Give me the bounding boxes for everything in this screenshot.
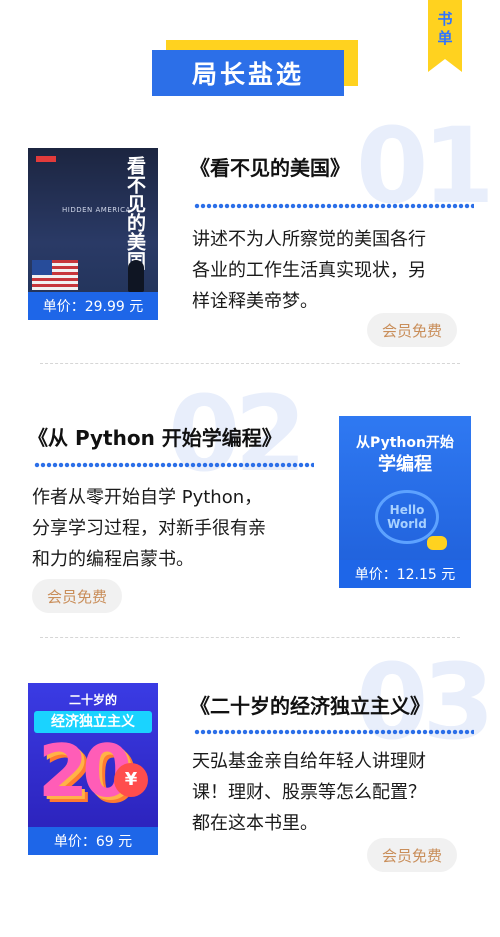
description-line: 都在这本书里。 <box>192 813 318 834</box>
price-label: 单价：12.15 元 <box>339 560 471 588</box>
page-header: 局长盐选 <box>152 40 358 100</box>
page-title: 局长盐选 <box>191 60 304 89</box>
member-free-badge-3[interactable]: 会员免费 <box>367 838 457 872</box>
book-description-3: 天弘基金亲自给年轻人讲理财 课！理财、股票等怎么配置？ 都在这本书里。 <box>192 746 482 839</box>
cover-title-line-2: 学编程 <box>378 454 432 475</box>
cover-title-line-1: 二十岁的 <box>68 693 117 707</box>
corner-tag-char-2: 单 <box>437 29 453 47</box>
book-description-1: 讲述不为人所察觉的美国各行 各业的工作生活真实现状，另 样诠释美帝梦。 <box>192 224 482 317</box>
description-line: 和力的编程启蒙书。 <box>32 549 194 570</box>
publisher-logo <box>36 156 56 162</box>
description-line: 讲述不为人所察觉的美国各行 <box>192 229 426 250</box>
book-title-1[interactable]: 《看不见的美国》 <box>190 152 350 181</box>
person-silhouette <box>128 260 144 292</box>
book-cover-3[interactable]: 二十岁的 经济独立主义 20 ¥ 单价：69 元 <box>28 683 158 855</box>
title-underline <box>194 729 474 735</box>
section-divider <box>40 363 460 364</box>
cover-big-number: 20 <box>38 729 132 813</box>
section-divider <box>40 637 460 638</box>
member-free-badge-1[interactable]: 会员免费 <box>367 313 457 347</box>
title-underline <box>34 462 314 468</box>
bubble-text-2: World <box>387 517 427 531</box>
description-line: 各业的工作生活真实现状，另 <box>192 260 426 281</box>
book-cover-1[interactable]: HIDDEN AMERICA 看不见的美国 单价：29.99 元 <box>28 148 158 320</box>
description-line: 分享学习过程，对新手很有亲 <box>32 518 266 539</box>
us-flag-illustration <box>32 260 78 290</box>
cover-title-line-1: 从Python开始 <box>356 435 454 451</box>
booklist-corner-tag: 书 单 <box>428 0 462 72</box>
python-snake-illustration <box>427 536 447 550</box>
description-line: 课！理财、股票等怎么配置？ <box>192 782 426 803</box>
title-underline <box>194 203 474 209</box>
corner-tag-char-1: 书 <box>437 10 453 28</box>
description-line: 作者从零开始自学 Python， <box>32 487 263 508</box>
book-cover-2[interactable]: 从Python开始 学编程 Hello World 单价：12.15 元 <box>339 416 471 588</box>
book-title-3[interactable]: 《二十岁的经济独立主义》 <box>190 690 430 719</box>
book-title-2[interactable]: 《从 Python 开始学编程》 <box>28 422 282 451</box>
bubble-text-1: Hello <box>389 503 425 517</box>
price-label: 单价：69 元 <box>28 827 158 855</box>
book-description-2: 作者从零开始自学 Python， 分享学习过程，对新手很有亲 和力的编程启蒙书。 <box>32 482 332 575</box>
description-line: 天弘基金亲自给年轻人讲理财 <box>192 751 426 772</box>
cover-title: 看不见的美国 <box>124 156 146 270</box>
header-title-box: 局长盐选 <box>152 50 344 96</box>
member-free-badge-2[interactable]: 会员免费 <box>32 579 122 613</box>
price-label: 单价：29.99 元 <box>28 292 158 320</box>
yuan-coin-icon: ¥ <box>114 763 148 797</box>
